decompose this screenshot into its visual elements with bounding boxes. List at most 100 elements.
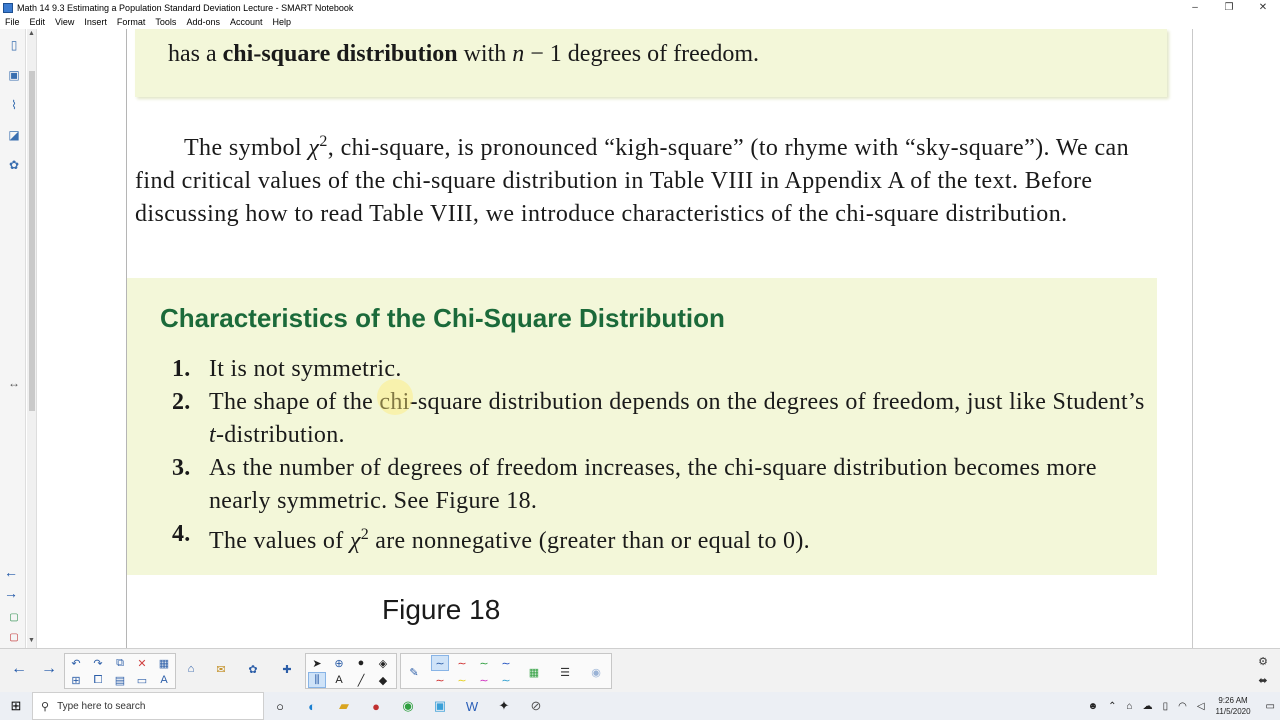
- gallery-icon[interactable]: ▣: [6, 67, 22, 83]
- line-tool-icon[interactable]: ╱: [352, 672, 370, 688]
- table-icon[interactable]: ▦: [155, 655, 173, 671]
- scroll-thumb[interactable]: [29, 71, 35, 411]
- pointer-highlight: [377, 379, 413, 415]
- wifi-icon[interactable]: ◠: [1178, 701, 1187, 712]
- menu-edit[interactable]: Edit: [30, 17, 46, 27]
- highlighter-pink-icon[interactable]: ∼: [475, 672, 493, 688]
- highlighter-cyan-icon[interactable]: ∼: [497, 672, 515, 688]
- paint-bucket-icon[interactable]: ◈: [374, 655, 392, 671]
- onedrive-icon[interactable]: ☁: [1143, 701, 1153, 712]
- add-ons-icon[interactable]: ✿: [6, 157, 22, 173]
- menu-tools[interactable]: Tools: [155, 17, 176, 27]
- previous-page-button[interactable]: ←: [10, 660, 28, 677]
- compass-app-icon[interactable]: ⊘: [520, 692, 552, 720]
- list-number: 3.: [172, 455, 191, 481]
- notebook-page[interactable]: has a chi-square distribution with n − 1…: [127, 29, 1192, 648]
- close-button[interactable]: ✕: [1246, 0, 1280, 15]
- properties-icon[interactable]: ◪: [6, 127, 22, 143]
- list-item: 3. As the number of degrees of freedom i…: [172, 452, 1152, 518]
- definition-middle: with: [457, 41, 513, 67]
- menu-help[interactable]: Help: [273, 17, 292, 27]
- select-arrow-icon[interactable]: ➤: [308, 655, 326, 671]
- list-item: 4. The values of χ2 are nonnegative (gre…: [172, 518, 1152, 558]
- windows-start-icon[interactable]: ⊞: [0, 692, 32, 720]
- save-icon[interactable]: ▤: [111, 672, 129, 688]
- people-icon[interactable]: ☻: [1088, 701, 1099, 712]
- file-explorer-icon[interactable]: ▰: [328, 692, 360, 720]
- scroll-down-icon[interactable]: ▼: [28, 637, 35, 644]
- measure-tool-icon[interactable]: ⫼: [308, 672, 326, 688]
- tray-expand-icon[interactable]: ⌃: [1108, 701, 1116, 712]
- notifications-icon[interactable]: ▭: [1266, 701, 1275, 712]
- eraser-icon[interactable]: ◆: [374, 672, 392, 688]
- resize-handle-icon[interactable]: ↔: [6, 375, 22, 391]
- windows-taskbar: ⊞ ⚲ Type here to search ○ ◐ ▰ ● ◉ ▣ W ✦ …: [0, 692, 1280, 720]
- full-screen-icon[interactable]: ▭: [133, 672, 151, 688]
- minimize-button[interactable]: –: [1178, 0, 1212, 15]
- previous-page-icon[interactable]: ←: [4, 564, 18, 580]
- edge-browser-icon[interactable]: ◐: [296, 692, 328, 720]
- next-page-button[interactable]: →: [40, 660, 58, 677]
- undo-icon[interactable]: ↶: [67, 655, 85, 671]
- t-italic: t: [209, 422, 216, 448]
- line-style-icon[interactable]: ☰: [556, 664, 574, 680]
- vertical-scrollbar[interactable]: ▲ ▼: [27, 29, 37, 648]
- media-app-icon[interactable]: ●: [360, 692, 392, 720]
- color-grid-icon[interactable]: ▦: [525, 664, 543, 680]
- menu-view[interactable]: View: [55, 17, 74, 27]
- highlighter-yellow-icon[interactable]: ∼: [453, 672, 471, 688]
- settings-gear-icon[interactable]: ⚙: [1254, 653, 1272, 669]
- attachments-icon[interactable]: ⌇: [6, 97, 22, 113]
- response-icon[interactable]: ✿: [244, 661, 262, 677]
- zoom-icon[interactable]: ⊕: [330, 655, 348, 671]
- list-number: 1.: [172, 356, 191, 382]
- paste-icon[interactable]: ⧠: [89, 672, 107, 688]
- characteristics-heading: Characteristics of the Chi-Square Distri…: [160, 303, 725, 333]
- text-edit-icon[interactable]: A: [155, 672, 173, 688]
- chrome-browser-icon[interactable]: ◉: [392, 692, 424, 720]
- pen-red-icon[interactable]: ∼: [453, 655, 471, 671]
- redo-icon[interactable]: ↷: [89, 655, 107, 671]
- add-page-icon[interactable]: ⊞: [67, 672, 85, 688]
- menu-account[interactable]: Account: [230, 17, 263, 27]
- customize-toolbar-icon[interactable]: ⬌: [1254, 672, 1272, 688]
- delete-page-icon[interactable]: ▢: [6, 629, 22, 645]
- volume-icon[interactable]: ◁: [1197, 701, 1205, 712]
- menu-insert[interactable]: Insert: [84, 17, 107, 27]
- search-icon: ⚲: [41, 700, 50, 713]
- delete-icon[interactable]: ✕: [133, 655, 151, 671]
- screen-capture-icon[interactable]: ⧉: [111, 655, 129, 671]
- system-tray: ☻ ⌃ ⌂ ☁ ▯ ◠ ◁ 9:26 AM 11/5/2020 ▭: [1083, 692, 1280, 720]
- document-camera-icon[interactable]: ⌂: [182, 661, 200, 677]
- list-text: It is not symmetric.: [209, 356, 402, 382]
- menu-add-ons[interactable]: Add-ons: [186, 17, 220, 27]
- word-icon[interactable]: W: [456, 692, 488, 720]
- network-icon[interactable]: ⌂: [1127, 701, 1133, 712]
- pen-icon[interactable]: ✎: [405, 664, 423, 680]
- app-icon: [3, 2, 13, 13]
- insert-page-icon[interactable]: ▢: [6, 609, 22, 625]
- pen-blue-icon[interactable]: ∼: [431, 655, 449, 671]
- pen-green-icon[interactable]: ∼: [475, 655, 493, 671]
- highlighter-red-icon[interactable]: ∼: [431, 672, 449, 688]
- scroll-up-icon[interactable]: ▲: [28, 30, 35, 37]
- text-tool-icon[interactable]: A: [330, 672, 348, 688]
- list-text-part: The values of: [209, 528, 350, 554]
- math-tool-icon[interactable]: ✦: [488, 692, 520, 720]
- shape-fill-icon[interactable]: ●: [352, 655, 370, 671]
- battery-icon[interactable]: ▯: [1163, 701, 1169, 712]
- page-sorter-icon[interactable]: ▯: [6, 37, 22, 53]
- menu-format[interactable]: Format: [117, 17, 146, 27]
- taskbar-clock[interactable]: 9:26 AM 11/5/2020: [1216, 695, 1251, 717]
- taskbar-search-box[interactable]: ⚲ Type here to search: [32, 692, 264, 720]
- plugin-icon[interactable]: ✚: [278, 661, 296, 677]
- smart-notebook-taskbar-icon[interactable]: ▣: [424, 692, 456, 720]
- effects-icon[interactable]: ◉: [587, 664, 605, 680]
- menu-file[interactable]: File: [5, 17, 20, 27]
- cortana-icon[interactable]: ○: [264, 692, 296, 720]
- next-page-icon[interactable]: →: [4, 585, 18, 601]
- lesson-activity-icon[interactable]: ✉: [212, 661, 230, 677]
- definition-text: has a chi-square distribution with n − 1…: [168, 41, 759, 68]
- restore-button[interactable]: ❐: [1212, 0, 1246, 15]
- pen-dark-blue-icon[interactable]: ∼: [497, 655, 515, 671]
